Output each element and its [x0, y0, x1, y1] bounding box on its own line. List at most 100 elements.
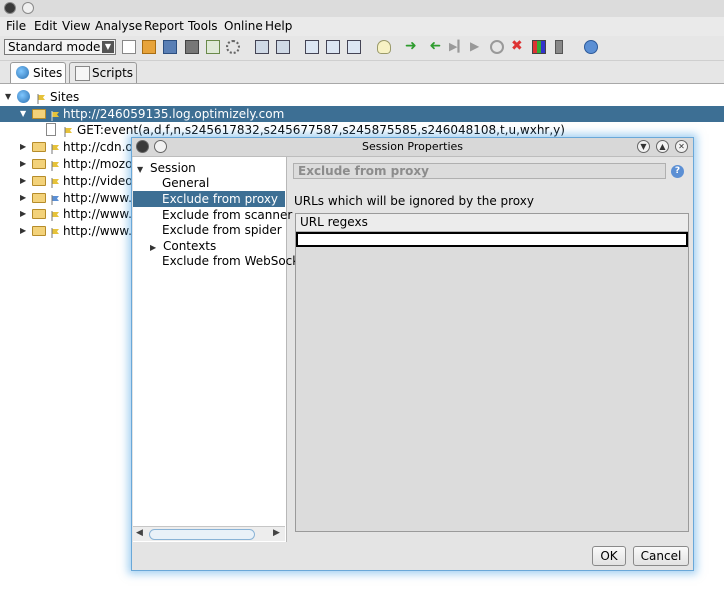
new-session-icon[interactable] — [122, 40, 136, 54]
menu-report[interactable]: Report — [144, 19, 184, 33]
step-back-icon[interactable]: ➜ — [427, 38, 441, 54]
help-icon[interactable]: ? — [671, 165, 684, 178]
flag-icon — [51, 159, 60, 171]
folder-icon — [32, 159, 46, 169]
tree-host-label: http://www.g — [63, 191, 140, 205]
tab-sites-label: Sites — [33, 66, 63, 80]
column-header-url-regexs: URL regexs — [300, 215, 368, 229]
collapse-icon[interactable]: ▼ — [5, 89, 13, 105]
tree-node-general[interactable]: General — [162, 175, 209, 191]
options-panel: Exclude from proxy ? URLs which will be … — [289, 157, 691, 533]
folder-open-icon — [32, 109, 46, 119]
panel-description: URLs which will be ignored by the proxy — [294, 194, 534, 208]
globe-icon — [17, 90, 30, 103]
flag-icon — [37, 92, 46, 104]
regex-input-row[interactable] — [296, 232, 688, 247]
continue-icon[interactable]: ▶▎ — [449, 40, 466, 54]
collapse-icon[interactable]: ▼ — [137, 165, 143, 174]
options-gear-icon[interactable] — [226, 40, 240, 54]
tree-node-exclude-websocket[interactable]: Exclude from WebSock — [162, 253, 299, 269]
scroll-left-icon[interactable]: ◀ — [136, 528, 143, 538]
tree-node-session[interactable]: ▼ Session — [137, 160, 196, 176]
ok-button[interactable]: OK — [592, 546, 626, 566]
save-session-icon[interactable] — [163, 40, 177, 54]
stop-icon[interactable] — [490, 40, 504, 54]
cancel-button[interactable]: Cancel — [633, 546, 689, 566]
step-forward-icon[interactable]: ➜ — [405, 39, 419, 54]
menu-edit[interactable]: Edit — [34, 19, 57, 33]
dialog-title: Session Properties — [361, 140, 464, 153]
help-icon[interactable] — [584, 40, 598, 54]
add-ons-icon[interactable] — [532, 40, 546, 54]
minimize-icon[interactable]: ▼ — [637, 140, 650, 153]
menu-view[interactable]: View — [62, 19, 90, 33]
tree-node-exclude-spider[interactable]: Exclude from spider — [162, 222, 282, 238]
delete-breakpoint-icon[interactable]: ✖ — [511, 39, 525, 54]
scan-policy-icon[interactable] — [555, 40, 563, 54]
window-minimize-button[interactable] — [22, 2, 34, 14]
layout-below-icon[interactable] — [326, 40, 340, 54]
panel-title: Exclude from proxy — [298, 164, 429, 178]
tree-node-contexts-label: Contexts — [162, 239, 217, 253]
menu-help[interactable]: Help — [265, 19, 292, 33]
menu-bar: File Edit View Analyse Report Tools Onli… — [0, 17, 724, 36]
tabs-row: Sites Scripts — [0, 61, 724, 83]
menu-file[interactable]: File — [6, 19, 26, 33]
scrollbar-thumb[interactable] — [149, 529, 255, 540]
close-icon[interactable]: ✕ — [675, 140, 688, 153]
flag-icon — [51, 226, 60, 238]
tree-horizontal-scrollbar[interactable]: ◀ ▶ — [133, 526, 285, 541]
collapse-icon[interactable]: ▼ — [20, 106, 28, 122]
tab-scripts[interactable]: Scripts — [69, 62, 137, 83]
flag-icon — [51, 109, 60, 121]
tree-node-exclude-scanner[interactable]: Exclude from scanner — [162, 207, 292, 223]
tab-sites[interactable]: Sites — [10, 62, 66, 83]
app-title-bar — [0, 0, 724, 18]
open-session-icon[interactable] — [142, 40, 156, 54]
tree-host-label: http://cdn.o — [63, 140, 133, 154]
tree-host-selected[interactable]: ▼ http://246059135.log.optimizely.com — [0, 106, 724, 122]
layout-tabbed-icon[interactable] — [347, 40, 361, 54]
app-logo-icon — [4, 2, 16, 14]
expand-icon[interactable]: ▶ — [20, 206, 28, 222]
document-icon — [46, 123, 56, 136]
scroll-right-icon[interactable]: ▶ — [273, 528, 280, 538]
layout-full-icon[interactable] — [255, 40, 269, 54]
tree-root-label: Sites — [50, 90, 80, 104]
lightbulb-icon[interactable] — [377, 40, 391, 54]
folder-icon — [32, 142, 46, 152]
tree-request-label: GET:event(a,d,f,n,s245617832,s245677587,… — [77, 123, 565, 137]
menu-online[interactable]: Online — [224, 19, 263, 33]
expand-icon[interactable]: ▶ — [150, 243, 156, 252]
tree-node-exclude-proxy-label: Exclude from proxy — [162, 192, 279, 206]
expand-icon[interactable]: ▶ — [20, 139, 28, 155]
tree-node-exclude-proxy[interactable]: Exclude from proxy — [133, 191, 285, 207]
flag-icon — [64, 125, 73, 137]
tree-node-contexts[interactable]: ▶ Contexts — [150, 238, 216, 254]
dialog-title-bar[interactable]: Session Properties ▼ ▲ ✕ — [132, 138, 693, 157]
session-properties-icon[interactable] — [206, 40, 220, 54]
expand-icon[interactable]: ▶ — [20, 190, 28, 206]
mode-select[interactable]: Standard mode ▼ — [4, 39, 116, 55]
expand-icon[interactable]: ▶ — [20, 156, 28, 172]
menu-analyse[interactable]: Analyse — [95, 19, 142, 33]
tree-host-label: http://mozor — [63, 157, 138, 171]
chevron-down-icon: ▼ — [102, 41, 114, 53]
expand-icon[interactable]: ▶ — [20, 173, 28, 189]
snapshot-icon[interactable] — [185, 40, 199, 54]
flag-icon — [51, 193, 60, 205]
maximize-icon[interactable]: ▲ — [656, 140, 669, 153]
main-toolbar: Standard mode ▼ ➜ ➜ ▶▎ ▶ ✖ — [0, 36, 724, 61]
menu-tools[interactable]: Tools — [188, 19, 218, 33]
table-header[interactable]: URL regexs — [296, 214, 688, 232]
panel-title-box: Exclude from proxy — [293, 163, 666, 179]
tree-host-label: http://videos — [63, 174, 139, 188]
layout-tabs-icon[interactable] — [276, 40, 290, 54]
layout-side-icon[interactable] — [305, 40, 319, 54]
folder-icon — [32, 226, 46, 236]
play-icon[interactable]: ▶ — [470, 40, 484, 54]
folder-icon — [32, 176, 46, 186]
folder-icon — [32, 209, 46, 219]
mode-select-value: Standard mode — [8, 40, 101, 54]
expand-icon[interactable]: ▶ — [20, 223, 28, 239]
